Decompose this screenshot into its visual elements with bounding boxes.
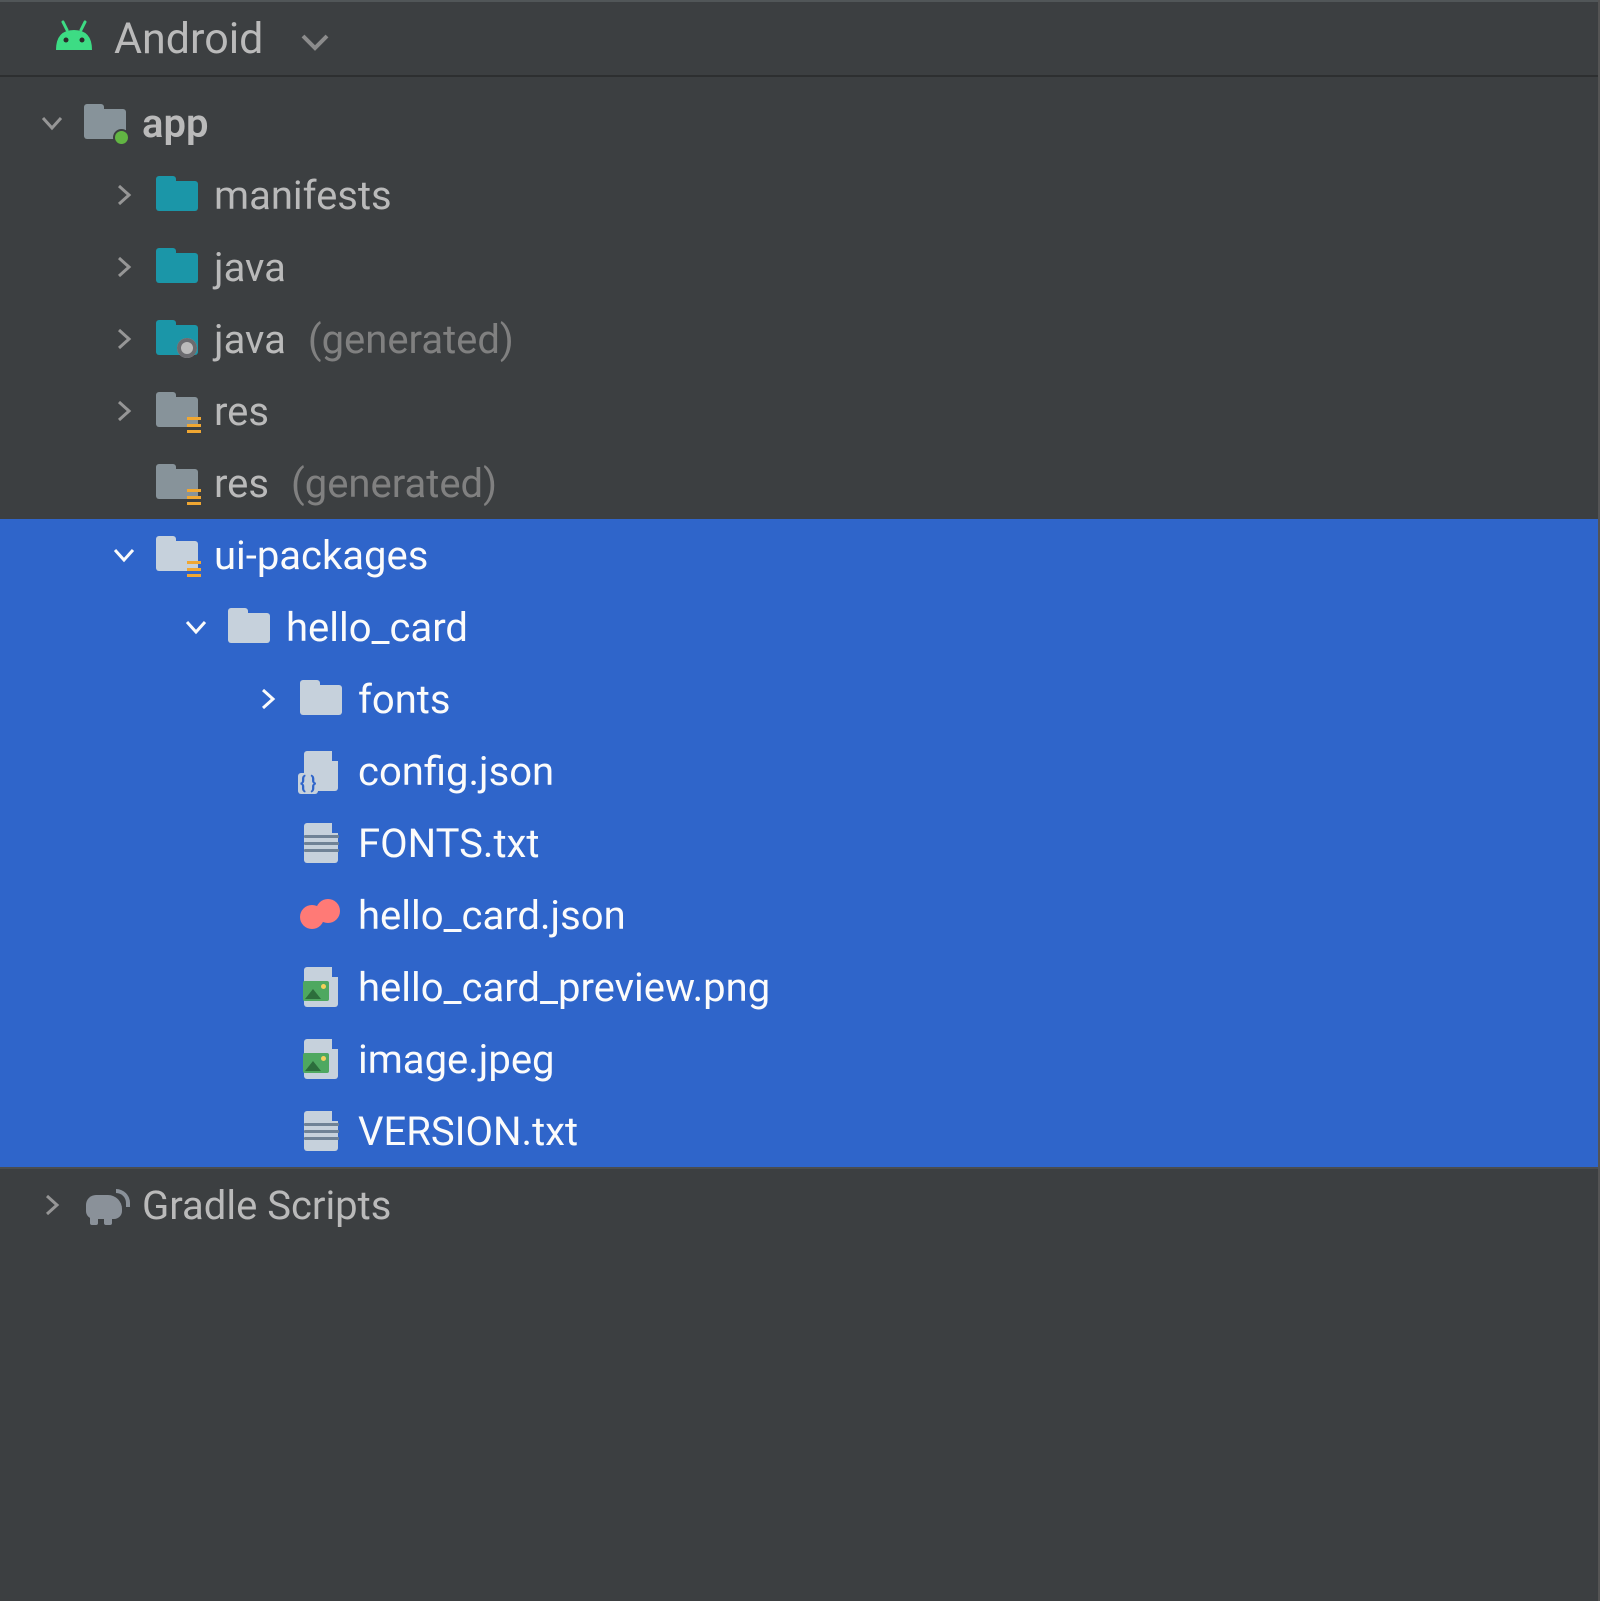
tree-label: image.jpeg: [358, 1036, 554, 1083]
tree-node-image-jpeg[interactable]: image.jpeg: [0, 1023, 1598, 1095]
tree-label: java: [214, 244, 286, 291]
chevron-right-icon[interactable]: [106, 398, 142, 424]
project-view-title: Android: [114, 14, 263, 64]
project-view-header[interactable]: Android: [0, 0, 1598, 77]
chevron-right-icon[interactable]: [250, 686, 286, 712]
chevron-down-icon[interactable]: [106, 542, 142, 568]
generated-folder-icon: [156, 317, 200, 361]
tree-label: manifests: [214, 172, 392, 219]
tree-node-version-txt[interactable]: VERSION.txt: [0, 1095, 1598, 1167]
tree-label: hello_card: [286, 604, 468, 651]
image-file-icon: [300, 1037, 344, 1081]
text-file-icon: [300, 1109, 344, 1153]
resource-folder-icon: [156, 533, 200, 577]
resource-folder-icon: [156, 389, 200, 433]
tree-label: app: [142, 100, 208, 147]
tree-label: ui-packages: [214, 532, 428, 579]
chevron-right-icon[interactable]: [106, 254, 142, 280]
android-icon: [52, 15, 96, 62]
tree-label: fonts: [358, 676, 451, 723]
folder-icon: [300, 677, 344, 721]
folder-icon: [156, 173, 200, 217]
folder-icon: [156, 245, 200, 289]
chevron-down-icon[interactable]: [34, 110, 70, 136]
module-folder-icon: [84, 101, 128, 145]
tree-node-app[interactable]: app: [0, 87, 1598, 159]
image-file-icon: [300, 965, 344, 1009]
gradle-icon: [84, 1183, 128, 1227]
tree-label: hello_card_preview.png: [358, 964, 770, 1011]
chevron-down-icon[interactable]: [178, 614, 214, 640]
tree-node-ui-packages[interactable]: ui-packages: [0, 519, 1598, 591]
figma-file-icon: [300, 893, 344, 937]
folder-icon: [228, 605, 272, 649]
tree-node-config-json[interactable]: config.json: [0, 735, 1598, 807]
tree-node-java[interactable]: java: [0, 231, 1598, 303]
tree-node-res-generated[interactable]: res (generated): [0, 447, 1598, 519]
tree-node-manifests[interactable]: manifests: [0, 159, 1598, 231]
tree-node-fonts-txt[interactable]: FONTS.txt: [0, 807, 1598, 879]
tree-node-gradle-scripts[interactable]: Gradle Scripts: [0, 1169, 1598, 1241]
chevron-right-icon[interactable]: [34, 1192, 70, 1218]
tree-node-preview-png[interactable]: hello_card_preview.png: [0, 951, 1598, 1023]
project-tree: app manifests java java (gener: [0, 77, 1598, 1241]
tree-label-suffix: (generated): [291, 460, 497, 507]
tree-node-hello-card-json[interactable]: hello_card.json: [0, 879, 1598, 951]
tree-node-res[interactable]: res: [0, 375, 1598, 447]
resource-folder-icon: [156, 461, 200, 505]
tree-node-java-generated[interactable]: java (generated): [0, 303, 1598, 375]
dropdown-arrow-icon[interactable]: [301, 15, 329, 62]
chevron-right-icon[interactable]: [106, 326, 142, 352]
tree-node-fonts[interactable]: fonts: [0, 663, 1598, 735]
tree-node-hello-card[interactable]: hello_card: [0, 591, 1598, 663]
tree-label-suffix: (generated): [308, 316, 514, 363]
chevron-right-icon[interactable]: [106, 182, 142, 208]
tree-label: res: [214, 460, 269, 507]
tree-label: config.json: [358, 748, 554, 795]
tree-label: res: [214, 388, 269, 435]
text-file-icon: [300, 821, 344, 865]
json-file-icon: [300, 749, 344, 793]
tree-label: Gradle Scripts: [142, 1182, 391, 1229]
tree-label: FONTS.txt: [358, 820, 539, 867]
tree-label: hello_card.json: [358, 892, 626, 939]
tree-label: java: [214, 316, 286, 363]
tree-label: VERSION.txt: [358, 1108, 578, 1155]
